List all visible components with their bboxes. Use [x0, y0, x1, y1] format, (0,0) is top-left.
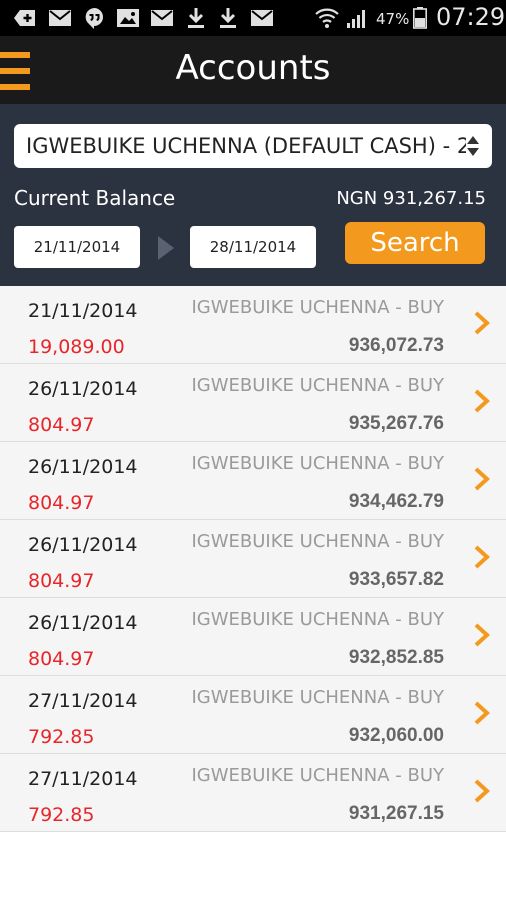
- transaction-balance: 932,060.00: [348, 725, 444, 746]
- current-balance-value: NGN 931,267.15: [336, 188, 486, 209]
- transaction-description: IGWEBUIKE UCHENNA - BUY: [191, 765, 444, 786]
- chevron-right-icon[interactable]: [472, 466, 492, 492]
- download-icon: [186, 8, 206, 28]
- status-bar: 47% 07:29: [0, 0, 506, 36]
- transaction-row[interactable]: 27/11/2014 IGWEBUIKE UCHENNA - BUY 792.8…: [0, 754, 506, 832]
- transaction-description: IGWEBUIKE UCHENNA - BUY: [191, 687, 444, 708]
- transaction-row[interactable]: 26/11/2014 IGWEBUIKE UCHENNA - BUY 804.9…: [0, 520, 506, 598]
- hangouts-icon: [82, 8, 106, 29]
- chevron-right-icon[interactable]: [472, 388, 492, 414]
- transaction-date: 26/11/2014: [28, 378, 138, 400]
- transaction-balance: 934,462.79: [348, 491, 444, 512]
- account-select-value: IGWEBUIKE UCHENNA (DEFAULT CASH) - 2...: [26, 134, 466, 158]
- transaction-amount: 804.97: [28, 648, 95, 670]
- date-to-field[interactable]: 28/11/2014: [190, 226, 316, 268]
- transaction-description: IGWEBUIKE UCHENNA - BUY: [191, 453, 444, 474]
- search-button[interactable]: Search: [345, 222, 485, 264]
- transaction-description: IGWEBUIKE UCHENNA - BUY: [191, 375, 444, 396]
- transaction-row[interactable]: 27/11/2014 IGWEBUIKE UCHENNA - BUY 792.8…: [0, 676, 506, 754]
- transaction-date: 27/11/2014: [28, 768, 138, 790]
- image-icon: [116, 8, 140, 28]
- transaction-date: 21/11/2014: [28, 300, 138, 322]
- date-from-field[interactable]: 21/11/2014: [14, 226, 140, 268]
- transaction-date: 26/11/2014: [28, 456, 138, 478]
- select-arrows-icon: [467, 136, 479, 156]
- mail-icon: [250, 8, 274, 28]
- current-balance-label: Current Balance: [14, 186, 176, 210]
- transaction-date: 27/11/2014: [28, 690, 138, 712]
- transaction-balance: 932,852.85: [348, 647, 444, 668]
- transaction-amount: 19,089.00: [28, 336, 125, 358]
- transaction-balance: 935,267.76: [348, 413, 444, 434]
- mail-icon: [48, 8, 72, 28]
- battery-icon: [412, 7, 428, 29]
- transaction-row[interactable]: 26/11/2014 IGWEBUIKE UCHENNA - BUY 804.9…: [0, 364, 506, 442]
- transaction-description: IGWEBUIKE UCHENNA - BUY: [191, 609, 444, 630]
- chevron-right-icon[interactable]: [472, 778, 492, 804]
- transaction-amount: 804.97: [28, 570, 95, 592]
- chevron-right-icon[interactable]: [472, 622, 492, 648]
- download-icon: [218, 8, 238, 28]
- account-select[interactable]: IGWEBUIKE UCHENNA (DEFAULT CASH) - 2...: [14, 124, 492, 168]
- page-title: Accounts: [175, 48, 331, 88]
- status-time: 07:29: [436, 3, 506, 31]
- add-icon: [12, 8, 38, 28]
- transaction-amount: 804.97: [28, 492, 95, 514]
- transaction-balance: 933,657.82: [348, 569, 444, 590]
- transaction-balance: 936,072.73: [348, 335, 444, 356]
- transaction-row[interactable]: 26/11/2014 IGWEBUIKE UCHENNA - BUY 804.9…: [0, 598, 506, 676]
- transaction-balance: 931,267.15: [348, 803, 444, 824]
- chevron-right-icon[interactable]: [472, 544, 492, 570]
- transaction-date: 26/11/2014: [28, 612, 138, 634]
- mail-icon: [150, 8, 174, 28]
- signal-icon: [346, 8, 370, 28]
- transaction-amount: 792.85: [28, 726, 95, 748]
- transaction-amount: 792.85: [28, 804, 95, 826]
- transaction-description: IGWEBUIKE UCHENNA - BUY: [191, 297, 444, 318]
- transaction-row[interactable]: 21/11/2014 IGWEBUIKE UCHENNA - BUY 19,08…: [0, 286, 506, 364]
- chevron-right-icon[interactable]: [472, 310, 492, 336]
- transaction-date: 26/11/2014: [28, 534, 138, 556]
- wifi-icon: [314, 8, 340, 28]
- filter-panel: IGWEBUIKE UCHENNA (DEFAULT CASH) - 2... …: [0, 104, 506, 286]
- app-header: Accounts: [0, 36, 506, 104]
- arrow-right-icon: [158, 236, 174, 260]
- battery-percent: 47%: [376, 10, 410, 28]
- transaction-amount: 804.97: [28, 414, 95, 436]
- transaction-description: IGWEBUIKE UCHENNA - BUY: [191, 531, 444, 552]
- transaction-row[interactable]: 26/11/2014 IGWEBUIKE UCHENNA - BUY 804.9…: [0, 442, 506, 520]
- chevron-right-icon[interactable]: [472, 700, 492, 726]
